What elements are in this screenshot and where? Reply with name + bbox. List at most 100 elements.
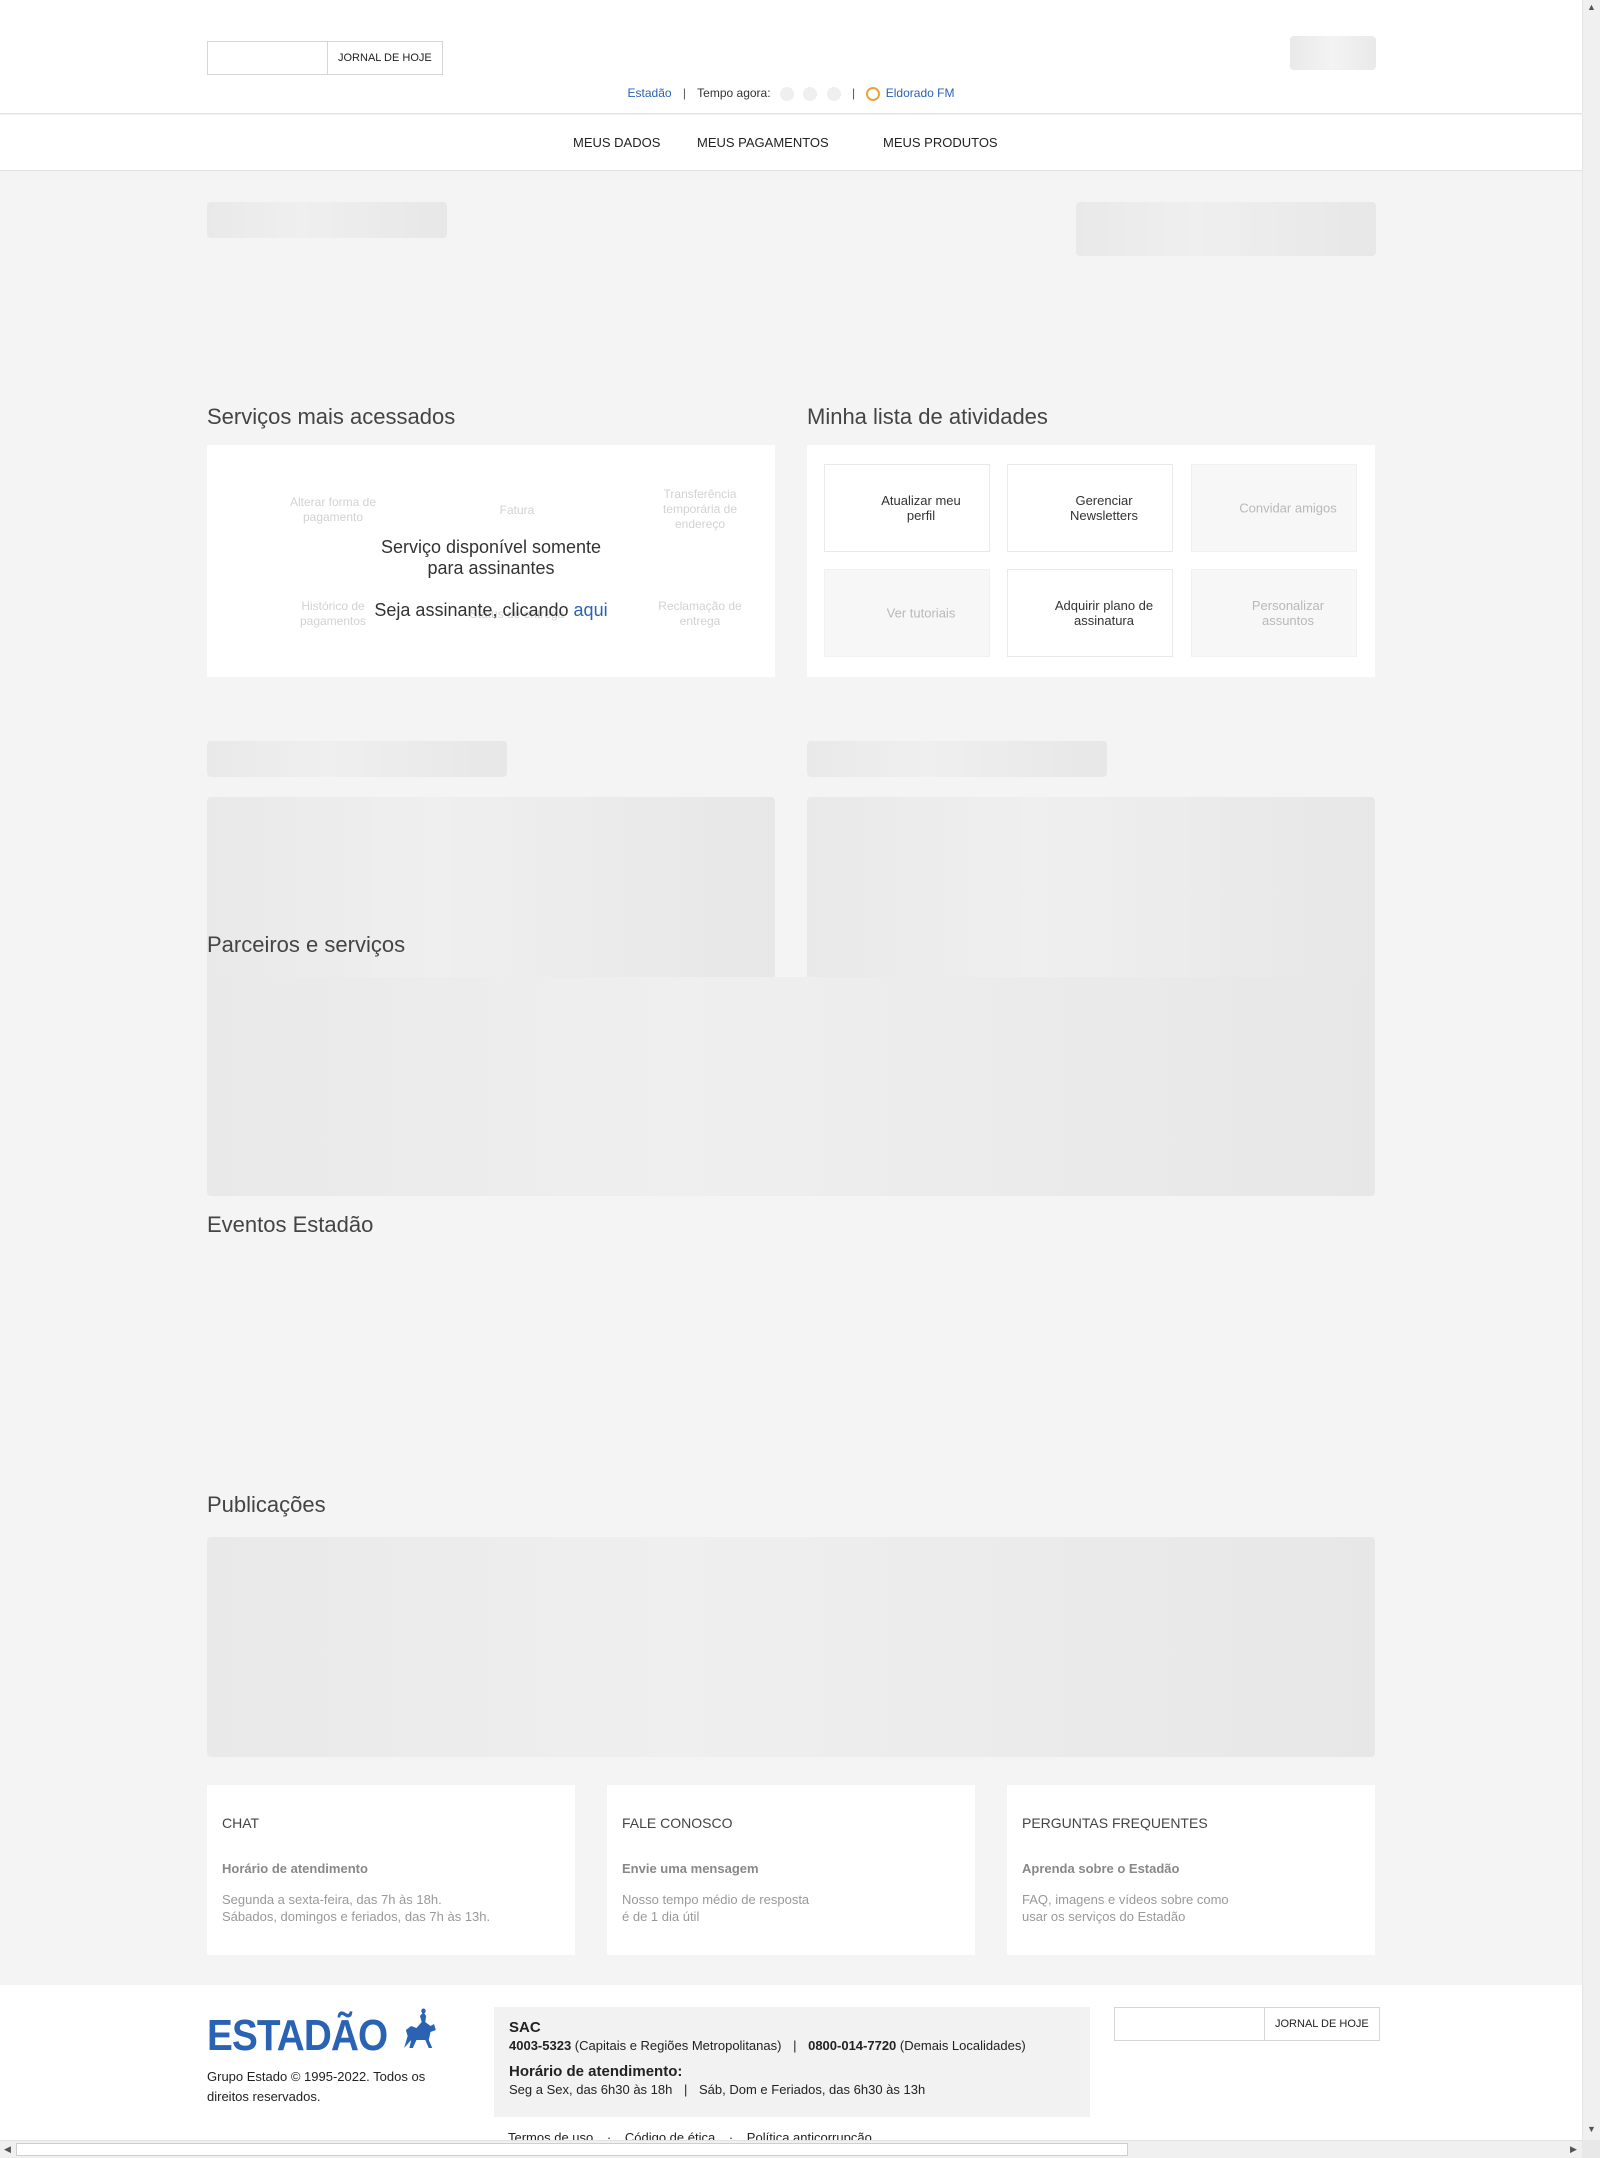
chat-subtitle: Horário de atendimento (222, 1861, 368, 1876)
activity-convidar-amigos: Convidar amigos (1191, 464, 1357, 552)
copyright: Grupo Estado © 1995-2022. Todos os direi… (207, 2069, 426, 2104)
estadao-logo[interactable]: ESTADÃO (207, 2008, 438, 2061)
locked-line-1: Serviço disponível somente (380, 537, 602, 557)
top-header: JORNAL DE HOJE Estadão | Tempo agora: | … (0, 0, 1582, 114)
sac-phone-2[interactable]: 0800-014-7720 (808, 2038, 896, 2053)
weather-label: Tempo agora: (697, 86, 771, 100)
weather-icon (803, 86, 818, 101)
section-title-placeholder (207, 741, 507, 777)
sac-box: SAC 4003-5323 (Capitais e Regiões Metrop… (494, 2007, 1090, 2117)
faq-line-1: FAQ, imagens e vídeos sobre como (1022, 1892, 1229, 1907)
jornal-de-hoje-button[interactable]: JORNAL DE HOJE (328, 42, 442, 74)
subscribers-only-message: Serviço disponível somente para assinant… (207, 537, 775, 579)
jornal-de-hoje-widget[interactable]: JORNAL DE HOJE (207, 41, 443, 75)
publications-placeholder (207, 1537, 1375, 1757)
footer-jornal-de-hoje-button[interactable]: JORNAL DE HOJE (1265, 2008, 1379, 2040)
sac-hours-weekday: Seg a Sex, das 6h30 às 18h (509, 2082, 673, 2097)
codigo-de-etica-link[interactable]: Código de ética (625, 2130, 715, 2140)
sac-phone-1[interactable]: 4003-5323 (509, 2038, 571, 2053)
header-meta-bar: Estadão | Tempo agora: | Eldorado FM (0, 86, 1582, 101)
locked-line-2: para assinantes (427, 558, 555, 578)
greeting-placeholder (207, 202, 447, 238)
separator: · (728, 2130, 734, 2140)
sac-hours-weekend: Sáb, Dom e Feriados, das 6h30 às 13h (699, 2082, 926, 2097)
activity-atualizar-perfil[interactable]: Atualizar meu perfil (824, 464, 990, 552)
faq-title: PERGUNTAS FREQUENTES (1022, 1815, 1208, 1831)
scroll-up-arrow-icon[interactable]: ▲ (1587, 2, 1596, 12)
fale-conosco-card[interactable]: FALE CONOSCO Envie uma mensagem Nosso te… (607, 1785, 975, 1955)
weather-icon (779, 86, 794, 101)
separator: | (851, 86, 856, 100)
horizontal-scrollbar[interactable]: ◀ ▶ (0, 2140, 1582, 2158)
scroll-right-arrow-icon[interactable]: ▶ (1570, 2144, 1577, 2155)
publications-title: Publicações (207, 1492, 326, 1517)
user-menu-placeholder (1290, 36, 1376, 70)
fale-conosco-line-1: Nosso tempo médio de resposta (622, 1892, 810, 1907)
page: JORNAL DE HOJE Estadão | Tempo agora: | … (0, 0, 1582, 2140)
sac-phone-1-desc: (Capitais e Regiões Metropolitanas) (574, 2038, 782, 2053)
termos-de-uso-link[interactable]: Termos de uso (508, 2130, 593, 2140)
services-card: Alterar forma de pagamento Fatura Transf… (207, 445, 775, 677)
activity-gerenciar-newsletters[interactable]: Gerenciar Newsletters (1007, 464, 1173, 552)
fale-conosco-subtitle: Envie uma mensagem (622, 1861, 759, 1876)
nav-meus-pagamentos[interactable]: MEUS PAGAMENTOS (697, 135, 829, 150)
footer-jornal-de-hoje-widget[interactable]: JORNAL DE HOJE (1114, 2007, 1380, 2041)
faq-text: FAQ, imagens e vídeos sobre como usar os… (1022, 1891, 1229, 1925)
jornal-thumbnail[interactable] (208, 42, 328, 74)
separator: | (682, 86, 687, 100)
sac-phone-2-desc: (Demais Localidades) (899, 2038, 1026, 2053)
chat-card[interactable]: CHAT Horário de atendimento Segunda a se… (207, 1785, 575, 1955)
sac-hours: Seg a Sex, das 6h30 às 18h | Sáb, Dom e … (509, 2082, 1075, 2097)
activity-adquirir-plano[interactable]: Adquirir plano de assinatura (1007, 569, 1173, 657)
cta-text: Seja assinante, clicando (374, 600, 569, 620)
chat-line-2: Sábados, domingos e feriados, das 7h às … (222, 1909, 491, 1924)
scroll-left-arrow-icon[interactable]: ◀ (4, 2144, 11, 2155)
faq-subtitle: Aprenda sobre o Estadão (1022, 1861, 1180, 1876)
nav-meus-produtos[interactable]: MEUS PRODUTOS (883, 135, 998, 150)
sac-hours-title: Horário de atendimento: (509, 2063, 683, 2080)
activity-label: Gerenciar Newsletters (1070, 493, 1138, 523)
separator: | (683, 2082, 688, 2097)
activity-ver-tutoriais: Ver tutoriais (824, 569, 990, 657)
eldorado-fm-link[interactable]: Eldorado FM (886, 86, 955, 100)
section-title-placeholder (807, 741, 1107, 777)
activities-title: Minha lista de atividades (807, 404, 1048, 429)
service-fatura: Fatura (499, 503, 535, 517)
partners-title: Parceiros e serviços (207, 932, 406, 957)
activity-label: Atualizar meu perfil (881, 493, 961, 523)
services-title: Serviços mais acessados (207, 404, 456, 429)
subscribe-link[interactable]: aqui (574, 600, 608, 620)
sac-phones: 4003-5323 (Capitais e Regiões Metropolit… (509, 2038, 1075, 2053)
service-transferencia-endereco: Transferência temporária de endereço (662, 487, 738, 531)
faq-card[interactable]: PERGUNTAS FREQUENTES Aprenda sobre o Est… (1007, 1785, 1375, 1955)
activity-label: Adquirir plano de assinatura (1054, 598, 1154, 628)
separator: · (606, 2130, 612, 2140)
subscribe-cta: Seja assinante, clicando aqui (207, 600, 775, 621)
fale-conosco-text: Nosso tempo médio de resposta é de 1 dia… (622, 1891, 809, 1925)
logo-text: ESTADÃO (207, 2011, 388, 2060)
footer-jornal-thumbnail[interactable] (1115, 2008, 1265, 2040)
activity-label: Personalizar assuntos (1251, 598, 1325, 628)
chat-title: CHAT (222, 1815, 260, 1831)
footer-links: Termos de uso · Código de ética · Políti… (508, 2130, 872, 2140)
separator: | (793, 2038, 797, 2053)
radio-icon (866, 86, 881, 101)
scrollbar-corner (1582, 2140, 1600, 2158)
footer: ESTADÃO Grupo Estado © 1995-2022. Todos … (0, 1985, 1582, 2140)
horse-rider-icon (404, 2008, 436, 2048)
vertical-scrollbar[interactable]: ▲ ▼ (1582, 0, 1600, 2140)
plan-placeholder (1076, 202, 1376, 256)
sac-title: SAC (509, 2019, 541, 2036)
activities-card: Atualizar meu perfil Gerenciar Newslette… (807, 445, 1375, 677)
politica-anticorrupcao-link[interactable]: Política anticorrupção (747, 2130, 872, 2140)
faq-line-2: usar os serviços do Estadão (1022, 1909, 1186, 1924)
estadao-link[interactable]: Estadão (628, 86, 672, 100)
nav-meus-dados[interactable]: MEUS DADOS (573, 135, 660, 150)
scroll-down-arrow-icon[interactable]: ▼ (1587, 2124, 1596, 2134)
fale-conosco-title: FALE CONOSCO (622, 1815, 733, 1831)
activity-personalizar-assuntos: Personalizar assuntos (1191, 569, 1357, 657)
partners-placeholder (207, 977, 1375, 1196)
service-alterar-pagamento: Alterar forma de pagamento (289, 495, 377, 524)
horizontal-scroll-thumb[interactable] (16, 2143, 1128, 2156)
weather-icon (826, 86, 841, 101)
